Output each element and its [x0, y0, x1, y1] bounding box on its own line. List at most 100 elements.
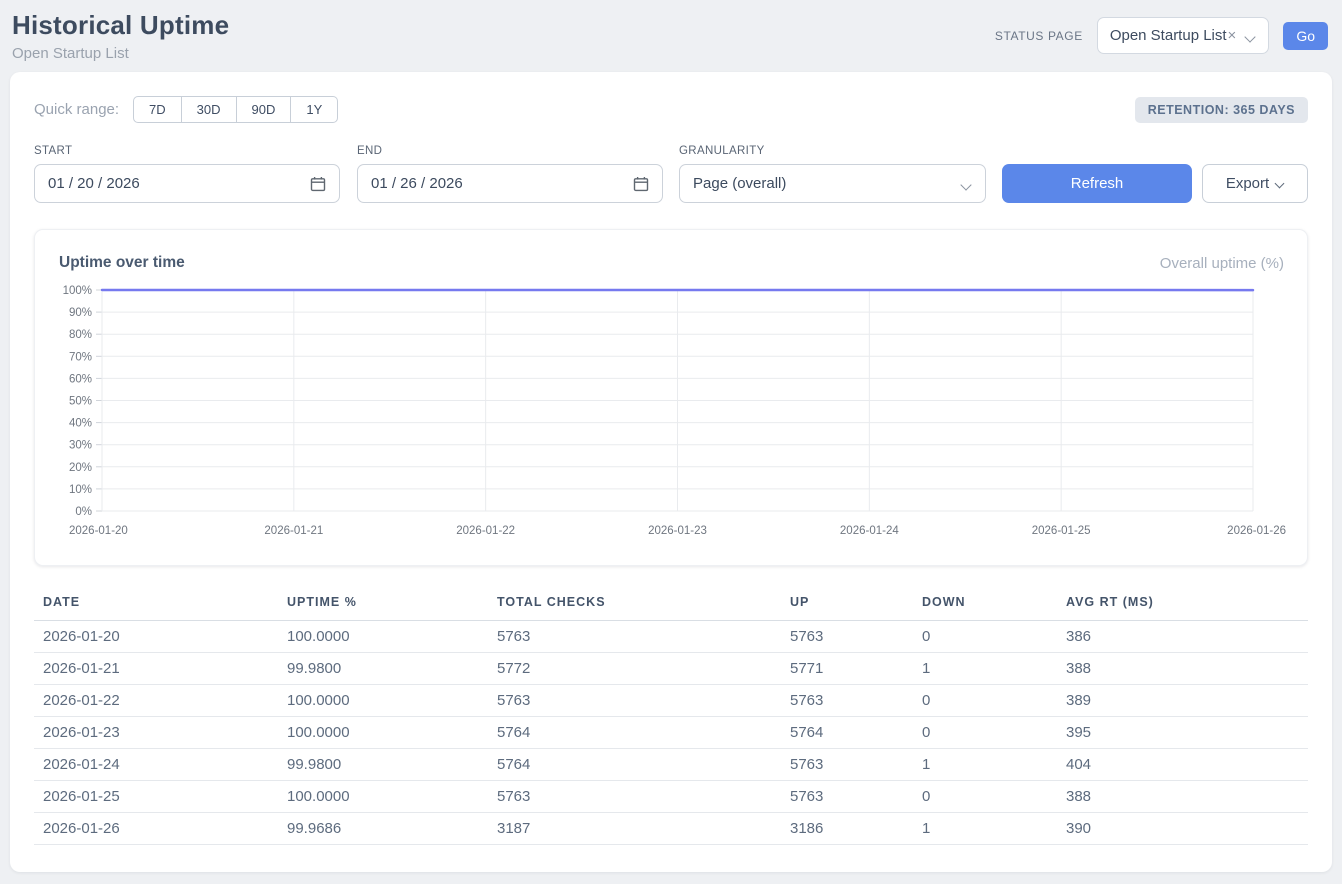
table-cell: 389 [1057, 685, 1308, 717]
table-cell: 395 [1057, 717, 1308, 749]
y-axis-tick-label: 0% [75, 506, 92, 518]
go-button[interactable]: Go [1283, 22, 1328, 50]
export-label: Export [1226, 175, 1269, 192]
y-axis-tick-label: 40% [69, 418, 92, 430]
granularity-select[interactable]: Page (overall) [679, 164, 986, 203]
table-cell: 5763 [488, 621, 781, 653]
x-axis-tick-label: 2026-01-21 [264, 525, 323, 537]
retention-badge: RETENTION: 365 DAYS [1135, 97, 1308, 123]
table-cell: 100.0000 [278, 621, 488, 653]
y-axis-tick-label: 80% [69, 329, 92, 341]
table-cell: 5763 [781, 781, 913, 813]
column-header: DOWN [913, 589, 1057, 621]
table-cell: 3186 [781, 813, 913, 845]
table-row: 2026-01-23100.0000576457640395 [34, 717, 1308, 749]
table-cell: 2026-01-25 [34, 781, 278, 813]
table-header-row: DATEUPTIME %TOTAL CHECKSUPDOWNAVG RT (MS… [34, 589, 1308, 621]
table-cell: 5763 [781, 621, 913, 653]
table-cell: 5763 [488, 781, 781, 813]
filters-row: START 01 / 20 / 2026 END 01 / 26 / 2026 … [34, 145, 1308, 203]
page-header: Historical Uptime Open Startup List STAT… [0, 0, 1342, 72]
table-cell: 5764 [781, 717, 913, 749]
quick-range-30d[interactable]: 30D [182, 96, 237, 123]
column-header: UP [781, 589, 913, 621]
x-axis-tick-label: 2026-01-22 [456, 525, 515, 537]
table-row: 2026-01-20100.0000576357630386 [34, 621, 1308, 653]
start-date-input[interactable]: 01 / 20 / 2026 [34, 164, 340, 203]
end-label: END [357, 145, 663, 157]
main-panel: Quick range: 7D30D90D1Y RETENTION: 365 D… [10, 72, 1332, 872]
table-cell: 2026-01-22 [34, 685, 278, 717]
x-axis-tick-label: 2026-01-25 [1032, 525, 1091, 537]
y-axis-tick-label: 100% [63, 285, 92, 297]
table-row: 2026-01-2499.9800576457631404 [34, 749, 1308, 781]
table-cell: 404 [1057, 749, 1308, 781]
y-axis-tick-label: 50% [69, 396, 92, 408]
x-axis-tick-label: 2026-01-26 [1227, 525, 1286, 537]
chevron-down-icon [1246, 31, 1256, 41]
table-cell: 0 [913, 685, 1057, 717]
export-button[interactable]: Export [1202, 164, 1308, 203]
status-page-value: Open Startup List [1110, 27, 1227, 44]
refresh-button[interactable]: Refresh [1002, 164, 1192, 203]
table-cell: 2026-01-21 [34, 653, 278, 685]
x-axis-tick-label: 2026-01-24 [840, 525, 899, 537]
x-axis-tick-label: 2026-01-23 [648, 525, 707, 537]
table-cell: 1 [913, 749, 1057, 781]
chart-title: Uptime over time [59, 254, 185, 272]
table-cell: 0 [913, 717, 1057, 749]
table-cell: 388 [1057, 781, 1308, 813]
table-cell: 2026-01-26 [34, 813, 278, 845]
table-row: 2026-01-2699.9686318731861390 [34, 813, 1308, 845]
table-cell: 5763 [488, 685, 781, 717]
end-date-input[interactable]: 01 / 26 / 2026 [357, 164, 663, 203]
page-title: Historical Uptime [12, 10, 229, 41]
quick-range-7d[interactable]: 7D [133, 96, 182, 123]
column-header: AVG RT (MS) [1057, 589, 1308, 621]
uptime-table: DATEUPTIME %TOTAL CHECKSUPDOWNAVG RT (MS… [34, 589, 1308, 845]
clear-selection-icon[interactable]: × [1228, 27, 1237, 44]
y-axis-tick-label: 60% [69, 373, 92, 385]
table-cell: 2026-01-23 [34, 717, 278, 749]
status-page-select[interactable]: Open Startup List× [1097, 17, 1270, 54]
table-cell: 5771 [781, 653, 913, 685]
column-header: DATE [34, 589, 278, 621]
y-axis-tick-label: 30% [69, 440, 92, 452]
table-cell: 99.9800 [278, 653, 488, 685]
quick-range-1y[interactable]: 1Y [291, 96, 338, 123]
table-cell: 5764 [488, 749, 781, 781]
table-cell: 99.9686 [278, 813, 488, 845]
calendar-icon[interactable] [310, 176, 326, 192]
table-cell: 386 [1057, 621, 1308, 653]
table-cell: 5764 [488, 717, 781, 749]
table-cell: 5763 [781, 685, 913, 717]
column-header: TOTAL CHECKS [488, 589, 781, 621]
table-cell: 5763 [781, 749, 913, 781]
table-cell: 5772 [488, 653, 781, 685]
table-cell: 0 [913, 781, 1057, 813]
quick-range-group: 7D30D90D1Y [133, 96, 338, 123]
y-axis-tick-label: 10% [69, 484, 92, 496]
page-subtitle: Open Startup List [12, 45, 229, 62]
table-cell: 0 [913, 621, 1057, 653]
y-axis-tick-label: 90% [69, 307, 92, 319]
table-cell: 2026-01-20 [34, 621, 278, 653]
table-row: 2026-01-25100.0000576357630388 [34, 781, 1308, 813]
x-axis-tick-label: 2026-01-20 [69, 525, 128, 537]
start-label: START [34, 145, 340, 157]
start-date-value: 01 / 20 / 2026 [48, 175, 140, 192]
granularity-value: Page (overall) [693, 175, 786, 192]
chart-legend: Overall uptime (%) [1160, 255, 1284, 272]
table-cell: 100.0000 [278, 781, 488, 813]
y-axis-tick-label: 70% [69, 351, 92, 363]
title-block: Historical Uptime Open Startup List [12, 10, 229, 62]
chevron-down-icon [1275, 179, 1284, 188]
table-cell: 100.0000 [278, 685, 488, 717]
table-cell: 100.0000 [278, 717, 488, 749]
quick-range-90d[interactable]: 90D [237, 96, 292, 123]
calendar-icon[interactable] [633, 176, 649, 192]
quick-range-label: Quick range: [34, 101, 119, 118]
table-cell: 390 [1057, 813, 1308, 845]
table-row: 2026-01-22100.0000576357630389 [34, 685, 1308, 717]
chevron-down-icon [962, 179, 972, 189]
